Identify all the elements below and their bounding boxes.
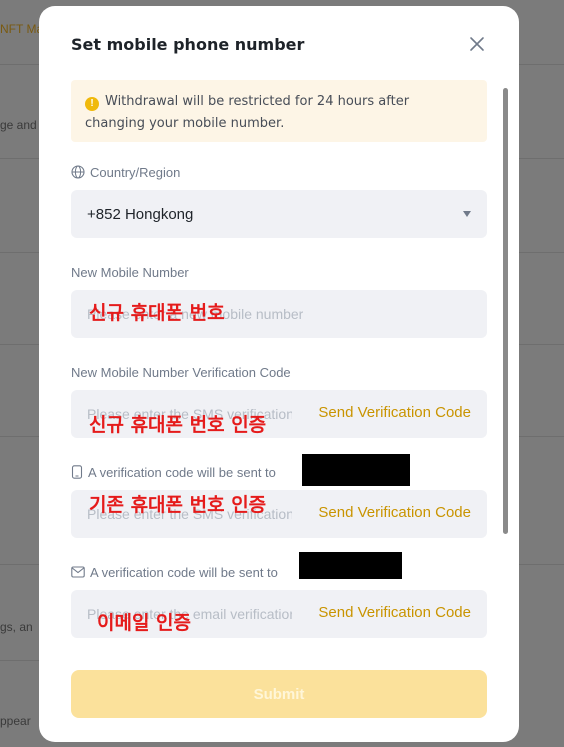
warning-icon: ! [85,97,99,111]
country-label: Country/Region [71,162,487,182]
mobile-phone-icon [71,465,83,479]
background-divider [518,436,564,437]
scrollbar-thumb[interactable] [503,88,508,534]
new-mobile-placeholder: Please enter a new mobile number [87,306,304,322]
submit-button[interactable]: Submit [71,670,487,718]
new-mobile-label: New Mobile Number [71,264,189,280]
background-text: ppear [0,714,31,728]
globe-icon [71,165,85,179]
background-text: ge and [0,118,37,132]
send-code-button-email[interactable]: Send Verification Code [318,604,471,621]
background-divider [518,344,564,345]
modal-form: ! Withdrawal will be restricted for 24 ho… [71,80,487,656]
background-divider [0,564,40,565]
old-mobile-code-input[interactable]: Please enter the SMS verification code S… [71,490,487,538]
background-divider [518,252,564,253]
envelope-icon [71,566,85,578]
chevron-down-icon [463,211,471,217]
notice-text: Withdrawal will be restricted for 24 hou… [85,94,410,131]
redacted-phone-number [302,454,410,486]
redacted-email-address [299,552,402,579]
new-mobile-input[interactable]: Please enter a new mobile number 신규 휴대폰 … [71,290,487,338]
background-divider [0,64,40,65]
background-divider [0,252,40,253]
send-code-button-new-mobile[interactable]: Send Verification Code [318,404,471,421]
new-mobile-code-label: New Mobile Number Verification Code [71,364,291,380]
background-text: gs, an [0,620,33,634]
background-divider [0,660,40,661]
background-divider [0,158,40,159]
background-divider [0,436,40,437]
modal-title: Set mobile phone number [71,34,305,54]
background-divider [518,158,564,159]
send-code-button-old-mobile[interactable]: Send Verification Code [318,504,471,521]
new-mobile-code-input[interactable]: Please enter the SMS verification code S… [71,390,487,438]
background-text-nft: NFT Ma [0,22,44,36]
country-select[interactable]: +852 Hongkong [71,190,487,238]
country-select-value: +852 Hongkong [87,205,194,223]
country-label-text: Country/Region [90,164,181,180]
modal-scrollbar[interactable] [501,82,509,652]
old-mobile-code-label-text: A verification code will be sent to [88,464,276,480]
old-mobile-code-placeholder: Please enter the SMS verification code [87,506,292,522]
email-code-label-text: A verification code will be sent to [90,564,278,580]
new-mobile-code-placeholder: Please enter the SMS verification code [87,406,292,422]
phone-number-modal: Set mobile phone number ! Withdrawal will… [39,6,519,742]
email-code-label: A verification code will be sent to [71,562,487,582]
background-divider [518,564,564,565]
email-code-placeholder: Please enter the email verification code [87,606,292,622]
modal-header: Set mobile phone number [71,32,487,56]
background-divider [518,64,564,65]
email-code-input[interactable]: Please enter the email verification code… [71,590,487,638]
background-divider [0,344,40,345]
warning-notice: ! Withdrawal will be restricted for 24 ho… [71,80,487,142]
close-icon[interactable] [467,34,487,54]
old-mobile-code-label: A verification code will be sent to [71,462,487,482]
